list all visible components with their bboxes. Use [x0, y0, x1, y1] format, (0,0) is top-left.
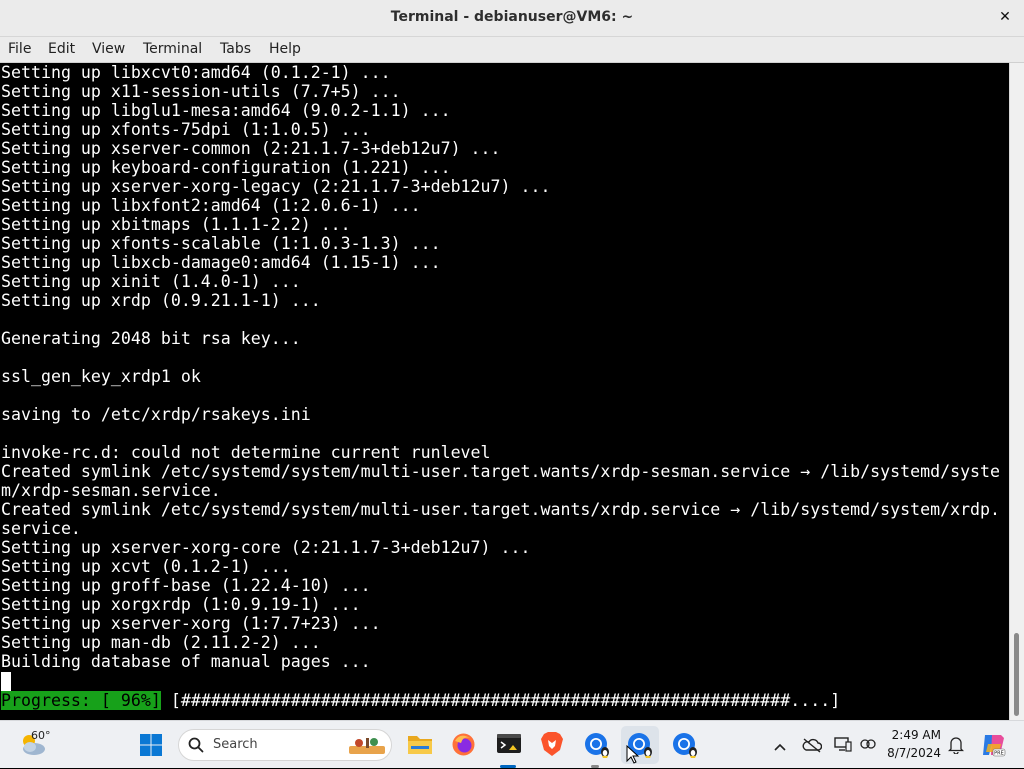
terminal-cursor: [1, 672, 11, 691]
menu-edit[interactable]: Edit: [48, 41, 75, 57]
brave-icon[interactable]: [540, 731, 564, 757]
terminal-line: Setting up libxcb-damage0:amd64 (1.15-1)…: [1, 253, 441, 272]
terminal-line: Setting up xserver-xorg-legacy (2:21.1.7…: [1, 177, 551, 196]
progress-label: Progress: [ 96%]: [1, 691, 161, 710]
terminal-line: Setting up xfonts-scalable (1:1.0.3-1.3)…: [1, 234, 441, 253]
progress-bar-text: [#######################################…: [170, 691, 841, 710]
terminal-line: ssl_gen_key_xrdp1 ok: [1, 367, 201, 386]
window-title: Terminal - debianuser@VM6: ~: [390, 9, 634, 25]
terminal-scrollbar[interactable]: [1009, 63, 1024, 720]
menu-view[interactable]: View: [92, 41, 125, 57]
window-titlebar: Terminal - debianuser@VM6: ~ ✕: [0, 0, 1024, 37]
chrome-linux-icon[interactable]: [671, 731, 699, 759]
close-icon[interactable]: ✕: [996, 8, 1014, 26]
terminal-line: invoke-rc.d: could not determine current…: [1, 443, 491, 462]
terminal-output[interactable]: Building database of manual pages ... Set…: [0, 63, 1009, 720]
start-icon[interactable]: [139, 733, 163, 757]
terminal-line: Created symlink /etc/systemd/system/mult…: [1, 462, 1001, 481]
terminal-line: Building database of manual pages ...: [1, 652, 371, 671]
progress-line: Progress: [ 96%] [######################…: [1, 691, 840, 710]
terminal-line: saving to /etc/xrdp/rsakeys.ini: [1, 405, 311, 424]
terminal-line: Setting up xserver-common (2:21.1.7-3+de…: [1, 139, 501, 158]
terminal-line: Setting up man-db (2.11.2-2) ...: [1, 633, 321, 652]
terminal-line: Setting up x11-session-utils (7.7+5) ...: [1, 82, 401, 101]
scrollbar-thumb[interactable]: [1014, 633, 1019, 716]
terminal-line: Created symlink /etc/systemd/system/mult…: [1, 500, 1001, 519]
svg-text:PRE: PRE: [994, 751, 1004, 757]
terminal-line: Setting up xserver-xorg (1:7.7+23) ...: [1, 614, 381, 633]
menu-bar: File Edit View Terminal Tabs Help: [0, 37, 1024, 63]
menu-tabs[interactable]: Tabs: [220, 41, 251, 57]
terminal-line: Setting up keyboard-configuration (1.221…: [1, 158, 451, 177]
terminal-line: Setting up libglu1-mesa:amd64 (9.0.2-1.1…: [1, 101, 451, 120]
terminal-line: Setting up xinit (1.4.0-1) ...: [1, 272, 301, 291]
taskbar: 60° Search 2:49 AM 8/7/2024 PRE: [0, 720, 1024, 768]
display-icon[interactable]: [834, 736, 852, 752]
terminal-line: Setting up xserver-xorg-core (2:21.1.7-3…: [1, 538, 531, 557]
terminal-line: Setting up xfonts-75dpi (1:1.0.5) ...: [1, 120, 371, 139]
network-icon[interactable]: [859, 736, 877, 752]
chevron-up-icon[interactable]: [773, 738, 787, 751]
weather-temp: 60°: [31, 729, 51, 742]
firefox-icon[interactable]: [451, 732, 476, 757]
chrome-linux-icon[interactable]: [583, 731, 611, 759]
terminal-line: service.: [1, 519, 81, 538]
terminal-line: Setting up libxfont2:amd64 (1:2.0.6-1) .…: [1, 196, 421, 215]
search-icon: [188, 737, 204, 753]
search-highlight-icon: [347, 734, 387, 758]
clock-date[interactable]: 8/7/2024: [887, 746, 941, 760]
terminal-line: Setting up groff-base (1.22.4-10) ...: [1, 576, 371, 595]
file-explorer-icon[interactable]: [407, 732, 433, 756]
clock-time[interactable]: 2:49 AM: [887, 728, 941, 742]
onedrive-icon[interactable]: [802, 737, 823, 753]
taskbar-search[interactable]: Search: [178, 729, 392, 761]
mouse-pointer-icon: [626, 744, 640, 765]
terminal-line: Setting up libxcvt0:amd64 (0.1.2-1) ...: [1, 63, 391, 82]
menu-terminal[interactable]: Terminal: [143, 41, 202, 57]
terminal-line: Generating 2048 bit rsa key...: [1, 329, 301, 348]
terminal-line: Setting up xrdp (0.9.21.1-1) ...: [1, 291, 321, 310]
terminal-line: m/xrdp-sesman.service.: [1, 481, 221, 500]
terminal-line: Setting up xbitmaps (1.1.1-2.2) ...: [1, 215, 351, 234]
notification-bell-icon[interactable]: [947, 736, 965, 755]
terminal-app-icon[interactable]: [496, 732, 522, 756]
search-placeholder: Search: [213, 737, 258, 752]
terminal-line: Setting up xorgxrdp (1:0.9.19-1) ...: [1, 595, 361, 614]
menu-help[interactable]: Help: [269, 41, 301, 57]
terminal-line: Setting up xcvt (0.1.2-1) ...: [1, 557, 291, 576]
menu-file[interactable]: File: [8, 41, 31, 57]
copilot-icon[interactable]: PRE: [980, 732, 1006, 758]
